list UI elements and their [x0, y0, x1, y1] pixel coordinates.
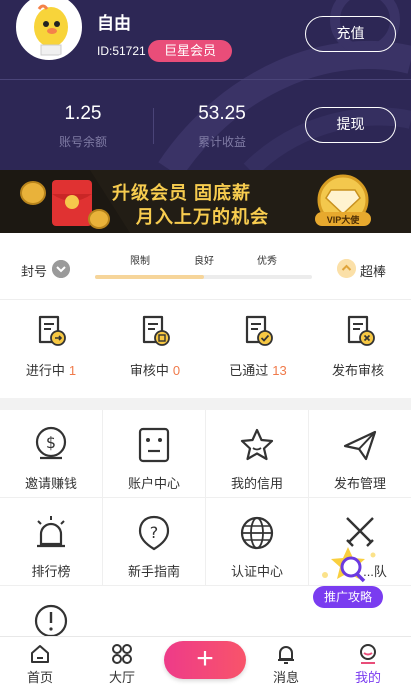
question-shield-icon: ? — [138, 515, 170, 551]
credit-left-label: 封号 — [21, 264, 48, 279]
document-reject-icon — [347, 315, 375, 346]
task-under-review[interactable]: 审核中 0 — [104, 314, 206, 379]
paper-plane-icon — [343, 430, 377, 461]
credit-progress-track — [95, 275, 312, 279]
nav-hall-label: 大厅 — [108, 670, 135, 685]
withdraw-button[interactable]: 提现 — [305, 107, 396, 143]
user-id: ID:51721 — [97, 44, 146, 58]
tool-label: 账户中心 — [127, 476, 180, 491]
globe-icon — [240, 516, 274, 550]
tool-publish-manage[interactable]: 发布管理 — [309, 426, 411, 492]
earnings-label: 累计收益 — [197, 135, 246, 149]
profile-icon — [360, 644, 376, 664]
document-arrow-icon — [38, 315, 66, 346]
home-icon — [31, 645, 49, 663]
task-in-progress[interactable]: 进行中 1 — [0, 314, 102, 379]
coin-icon — [20, 181, 46, 205]
tool-beginner-guide[interactable]: ? 新手指南 — [103, 514, 205, 580]
nav-hall[interactable]: 大厅 — [92, 643, 152, 686]
task-label: 已通过 — [229, 363, 269, 378]
task-count: 0 — [172, 363, 181, 378]
credit-progress-fill — [95, 275, 204, 279]
svg-text:$: $ — [46, 433, 56, 452]
username: 自由 — [97, 14, 131, 33]
chick-avatar-icon — [19, 0, 79, 57]
account-face-icon — [138, 427, 170, 463]
vip-badge[interactable]: 巨星会员 — [148, 40, 232, 62]
level-excellent: 优秀 — [257, 256, 277, 267]
task-count: 13 — [272, 363, 287, 378]
tool-label: 发布管理 — [333, 476, 386, 491]
task-label: 进行中 — [25, 363, 65, 378]
section-gap — [0, 398, 411, 410]
nav-mine-label: 我的 — [354, 670, 381, 685]
tool-invite-earn[interactable]: $ 邀请赚钱 — [0, 426, 102, 492]
level-restricted: 限制 — [130, 256, 150, 267]
vip-ambassador-label: VIP大使 — [326, 215, 360, 225]
tool-label: 邀请赚钱 — [24, 476, 77, 491]
nav-messages[interactable]: 消息 — [256, 643, 316, 686]
publish-fab-button[interactable]: + — [164, 641, 246, 679]
earnings-value: 53.25 — [198, 103, 246, 124]
bell-icon — [278, 646, 294, 664]
header-divider — [0, 79, 411, 80]
task-approved[interactable]: 已通过 13 — [207, 314, 309, 379]
siren-icon — [37, 516, 65, 548]
level-good: 良好 — [194, 256, 214, 267]
magnifier-star-icon — [322, 547, 376, 583]
grid-icon — [112, 644, 132, 664]
tool-account-center[interactable]: 账户中心 — [103, 426, 205, 492]
banner-line1: 升级会员 固底薪 — [112, 183, 252, 203]
tool-label: 新手指南 — [127, 564, 180, 579]
promo-guide-label: 推广攻略 — [313, 586, 383, 608]
coin-icon — [88, 209, 110, 229]
document-pending-icon — [142, 315, 170, 346]
alert-icon — [34, 604, 68, 638]
profile-header: 自由 ID:51721 巨星会员 充值 1.25 账号余额 53.25 累计收益… — [0, 0, 411, 170]
task-label: 发布审核 — [331, 363, 384, 378]
tool-verification-center[interactable]: 认证中心 — [206, 514, 308, 580]
tool-label: 我的信用 — [230, 476, 283, 491]
nav-home[interactable]: 首页 — [10, 643, 70, 686]
task-label: 审核中 — [129, 363, 169, 378]
document-check-icon — [245, 315, 273, 346]
svg-text:?: ? — [150, 523, 159, 542]
credit-right-label: 超棒 — [360, 264, 387, 279]
balance-label: 账号余额 — [58, 135, 107, 149]
task-count: 1 — [68, 363, 77, 378]
promo-guide-float[interactable]: 推广攻略 — [313, 545, 383, 611]
banner-line2: 月入上万的机会 — [136, 207, 269, 227]
task-status-row: 进行中 1 审核中 0 已通过 13 发布审核 — [0, 300, 411, 398]
tool-leaderboard[interactable]: 排行榜 — [0, 514, 102, 580]
tool-label: 认证中心 — [230, 564, 283, 579]
vip-upgrade-banner[interactable]: 升级会员 固底薪 月入上万的机会 VIP大使 — [0, 170, 411, 233]
nav-messages-label: 消息 — [272, 670, 299, 685]
tool-label: 排行榜 — [31, 564, 71, 579]
chevron-up-icon — [337, 259, 356, 278]
tool-my-credit[interactable]: 我的信用 — [206, 426, 308, 492]
balance-value: 1.25 — [64, 103, 102, 124]
coin-dollar-icon: $ — [35, 426, 67, 460]
stat-divider — [153, 108, 154, 144]
task-publish-review[interactable]: 发布审核 — [309, 314, 411, 379]
star-icon — [240, 428, 274, 461]
recharge-button[interactable]: 充值 — [305, 16, 396, 52]
chevron-down-icon — [52, 260, 70, 278]
nav-home-label: 首页 — [26, 670, 53, 685]
credit-level-bar[interactable]: 封号 限制 良好 优秀 超棒 — [0, 233, 411, 300]
nav-mine[interactable]: 我的 — [338, 643, 398, 686]
